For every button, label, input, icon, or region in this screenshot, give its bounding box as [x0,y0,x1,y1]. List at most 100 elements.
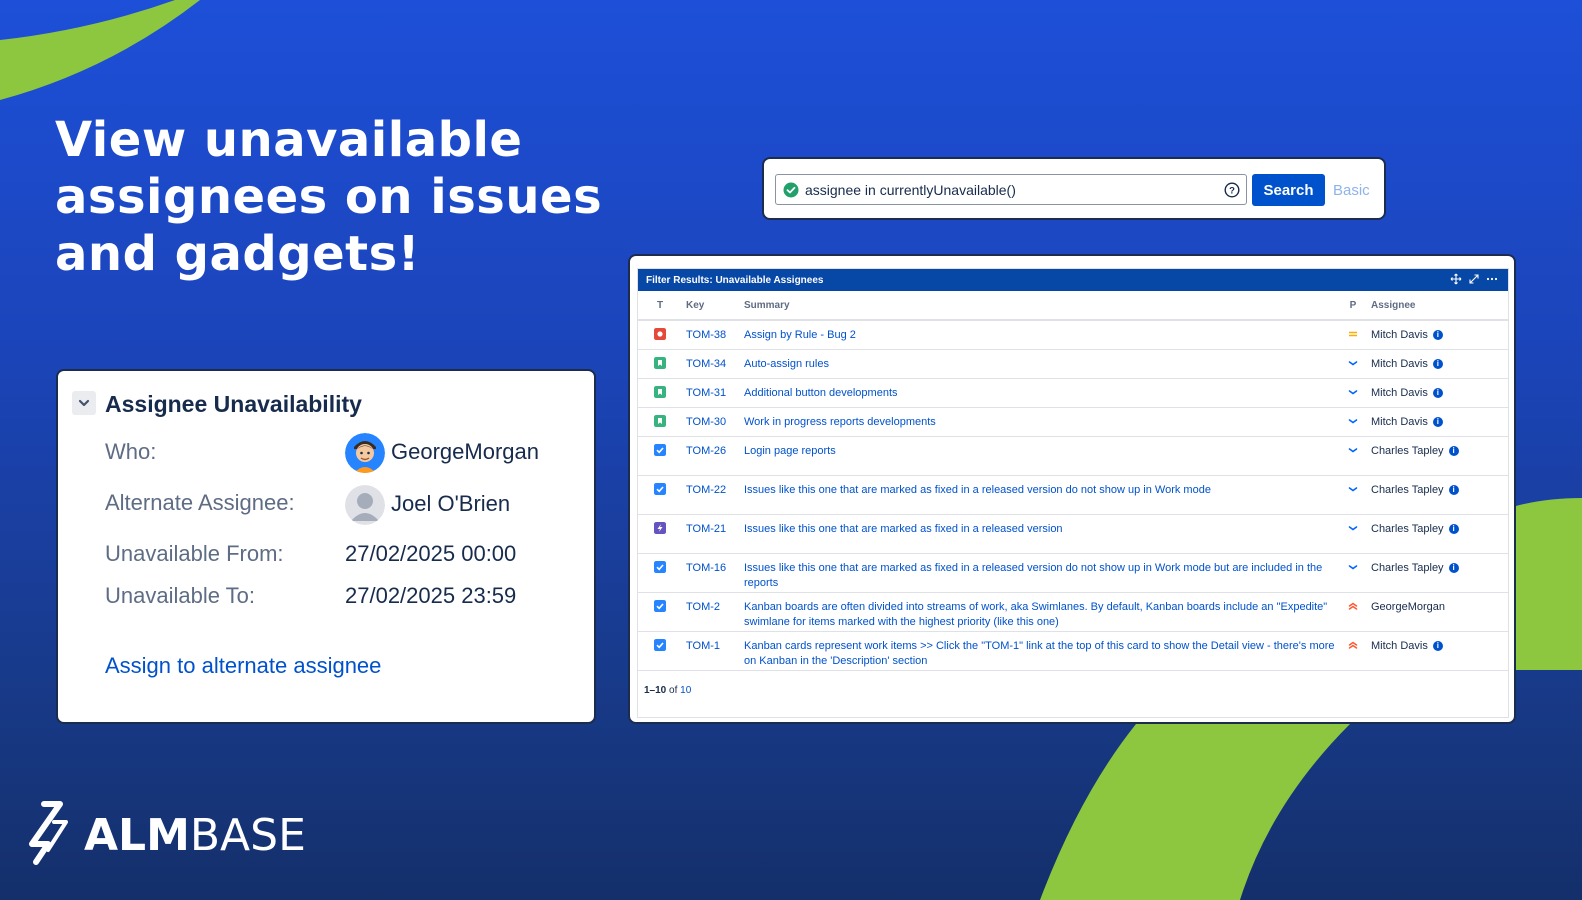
issue-key-link[interactable]: TOM-21 [682,514,740,554]
unavailable-info-icon[interactable]: i [1448,523,1459,534]
move-icon[interactable] [1450,273,1462,285]
basic-mode-link[interactable]: Basic [1333,182,1370,199]
issue-summary-link[interactable]: Assign by Rule - Bug 2 [740,320,1339,350]
issue-type-cell [638,436,682,476]
issues-table-body: TOM-38 Assign by Rule - Bug 2 Mitch Davis … [638,320,1508,671]
issue-type-story-icon [654,356,666,370]
assignee-cell: Charles Tapley i [1367,514,1508,554]
priority-cell [1339,378,1367,408]
issue-type-task-icon [654,482,666,496]
issue-type-story-icon [654,414,666,428]
column-header-priority[interactable]: P [1339,291,1367,321]
issue-key-link[interactable]: TOM-1 [682,631,740,671]
issue-key-link[interactable]: TOM-2 [682,592,740,632]
unavailable-info-icon[interactable]: i [1432,416,1443,427]
issue-key-link[interactable]: TOM-16 [682,553,740,593]
assignee-name: Mitch Davis [1371,357,1428,370]
assignee-unavailability-panel: Assignee Unavailability Who: GeorgeMorga… [56,369,596,724]
logo-text-light: BASE [190,810,306,861]
priority-low-icon [1347,360,1359,372]
pagination: 1–10 of 10 [644,685,691,696]
issue-type-cell [638,378,682,408]
unavailable-info-icon[interactable]: i [1448,562,1459,573]
collapse-toggle[interactable] [72,391,96,415]
unavailable-info-icon[interactable]: i [1432,640,1443,651]
column-header-key[interactable]: Key [682,291,740,321]
george-morgan-avatar [345,433,385,473]
assignee-cell: Mitch Davis i [1367,407,1508,437]
issue-summary-link[interactable]: Issues like this one that are marked as … [740,475,1339,515]
issue-summary-link[interactable]: Issues like this one that are marked as … [740,514,1339,554]
issues-table: T Key Summary P Assignee TOM-38 Assign by… [638,291,1508,671]
column-header-type[interactable]: T [638,291,682,321]
issue-summary-link[interactable]: Auto-assign rules [740,349,1339,379]
priority-low-icon [1347,447,1359,459]
unavailable-info-icon[interactable]: i [1432,387,1443,398]
priority-cell [1339,475,1367,515]
table-row[interactable]: TOM-21 Issues like this one that are mark… [638,514,1508,554]
gadget-title: Filter Results: Unavailable Assignees [646,274,824,286]
alternate-assignee-value: Joel O'Brien [391,491,511,516]
priority-low-icon [1347,418,1359,430]
issue-summary-link[interactable]: Login page reports [740,436,1339,476]
table-row[interactable]: TOM-1 Kanban cards represent work items >… [638,631,1508,671]
priority-cell [1339,631,1367,671]
issue-summary-link[interactable]: Kanban boards are often divided into str… [740,592,1339,632]
assignee-name: Mitch Davis [1371,386,1428,399]
issue-summary-link[interactable]: Kanban cards represent work items >> Cli… [740,631,1339,671]
table-row[interactable]: TOM-26 Login page reports Charles Tapley i [638,436,1508,476]
green-swoosh-bottom [1040,724,1350,900]
assignee-name: Charles Tapley [1371,522,1444,535]
jql-search-input[interactable]: assignee in currentlyUnavailable() ? [775,174,1247,205]
issue-key-link[interactable]: TOM-22 [682,475,740,515]
priority-low-icon [1347,564,1359,576]
question-circle-icon[interactable]: ? [1224,182,1240,198]
column-header-summary[interactable]: Summary [740,291,1339,321]
issue-type-cell [638,320,682,350]
unavailable-info-icon[interactable]: i [1448,484,1459,495]
table-row[interactable]: TOM-16 Issues like this one that are mark… [638,553,1508,593]
logo-text-bold: ALM [84,810,190,861]
issue-key-link[interactable]: TOM-38 [682,320,740,350]
headline: View unavailable assignees on issues and… [55,112,603,282]
unavailable-info-icon[interactable]: i [1432,358,1443,369]
unavailable-info-icon[interactable]: i [1448,445,1459,456]
priority-low-icon [1347,389,1359,401]
table-row[interactable]: TOM-30 Work in progress reports developme… [638,407,1508,437]
filter-results-card: Filter Results: Unavailable Assignees T … [628,254,1516,724]
assignee-name: GeorgeMorgan [1371,600,1445,613]
more-icon[interactable] [1486,273,1498,285]
unavailable-info-icon[interactable]: i [1432,330,1443,341]
table-row[interactable]: TOM-31 Additional button developments Mitc… [638,378,1508,408]
almbase-logo: ALMBASE [29,801,306,865]
issue-key-link[interactable]: TOM-34 [682,349,740,379]
table-row[interactable]: TOM-34 Auto-assign rules Mitch Davis i [638,349,1508,379]
chevron-down-icon [78,399,90,407]
issue-type-task-icon [654,443,666,457]
issue-type-task-icon [654,638,666,652]
issue-summary-link[interactable]: Work in progress reports developments [740,407,1339,437]
issue-key-link[interactable]: TOM-30 [682,407,740,437]
issue-type-task-icon [654,560,666,574]
search-button[interactable]: Search [1252,174,1325,206]
priority-highest-icon [1347,602,1359,615]
assignee-name: Charles Tapley [1371,561,1444,574]
table-row[interactable]: TOM-38 Assign by Rule - Bug 2 Mitch Davis … [638,320,1508,350]
assignee-cell: GeorgeMorgan [1367,592,1508,632]
issue-summary-link[interactable]: Issues like this one that are marked as … [740,553,1339,593]
table-row[interactable]: TOM-2 Kanban boards are often divided int… [638,592,1508,632]
priority-medium-icon [1347,331,1359,343]
issue-key-link[interactable]: TOM-26 [682,436,740,476]
issue-key-link[interactable]: TOM-31 [682,378,740,408]
column-header-assignee[interactable]: Assignee [1367,291,1508,321]
table-row[interactable]: TOM-22 Issues like this one that are mark… [638,475,1508,515]
expand-icon[interactable] [1468,273,1480,285]
assignee-name: Charles Tapley [1371,444,1444,457]
svg-text:ALMBASE: ALMBASE [84,810,306,861]
issue-summary-link[interactable]: Additional button developments [740,378,1339,408]
unavailable-to-value: 27/02/2025 23:59 [345,583,517,608]
pagination-total-link[interactable]: 10 [680,685,691,696]
assign-to-alternate-link[interactable]: Assign to alternate assignee [105,653,381,679]
priority-low-icon [1347,486,1359,498]
check-circle-icon [783,182,799,198]
